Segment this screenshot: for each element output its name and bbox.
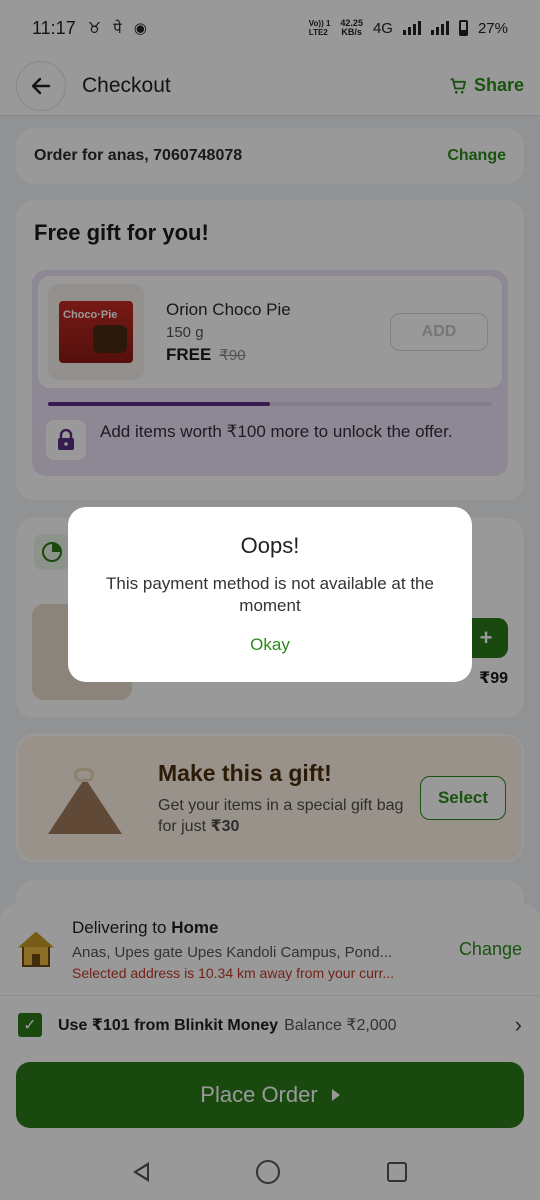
dialog-title: Oops!	[240, 533, 300, 558]
dialog-okay-button[interactable]: Okay	[250, 635, 290, 655]
payment-error-dialog: Oops! This payment method is not availab…	[68, 507, 472, 682]
dialog-message: This payment method is not available at …	[106, 574, 434, 615]
